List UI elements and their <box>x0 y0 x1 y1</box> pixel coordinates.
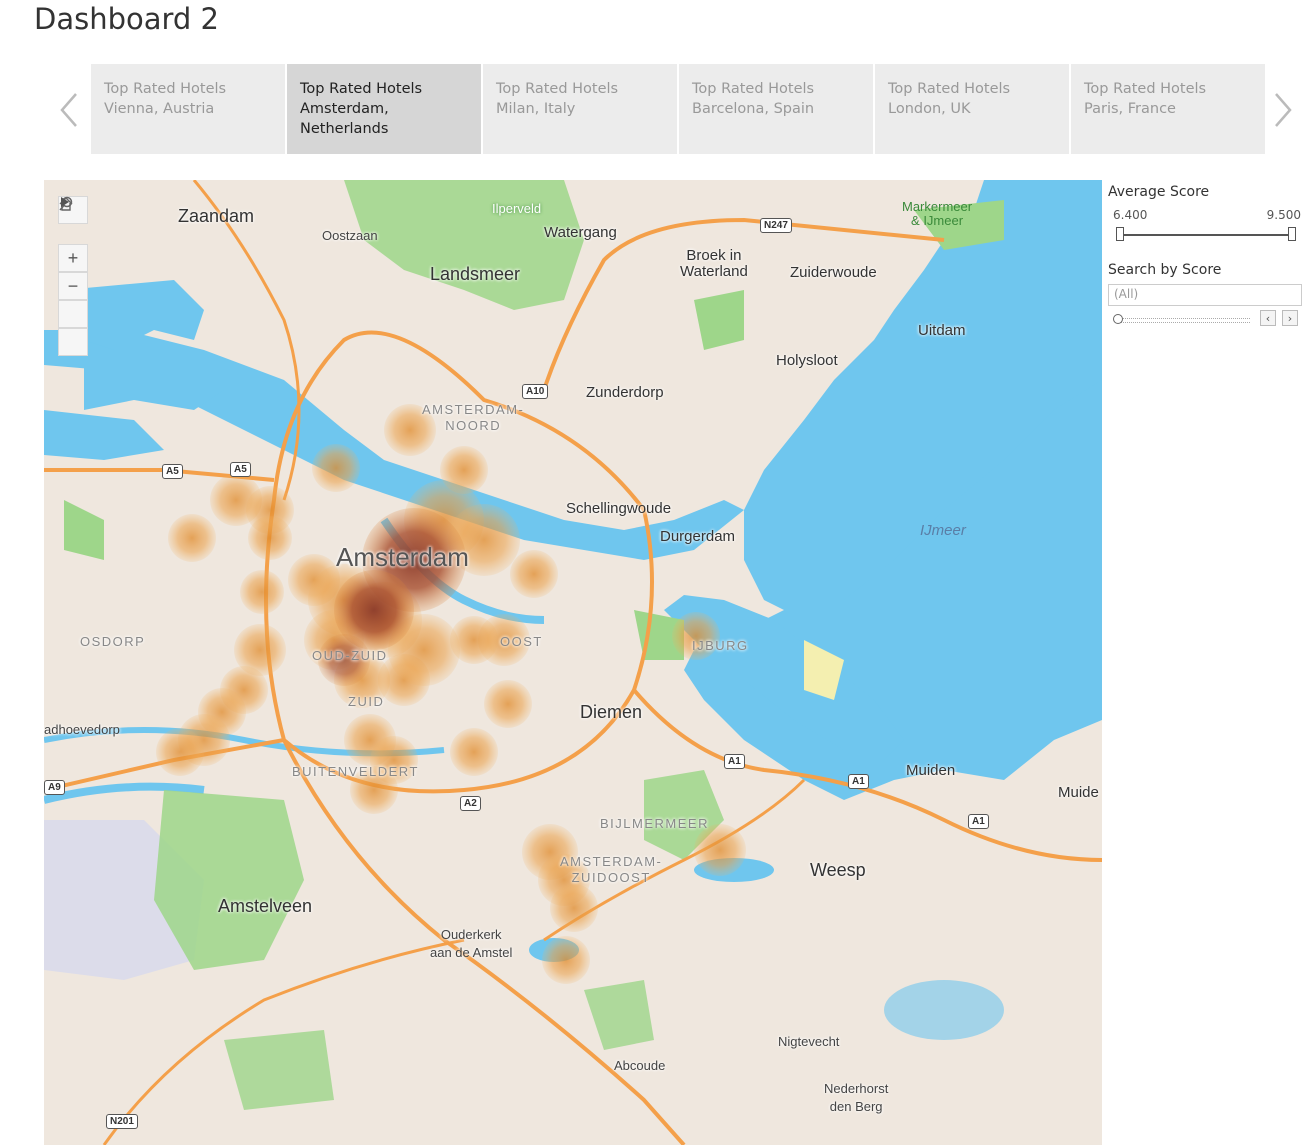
place-buitenveldert: BUITENVELDERT <box>292 764 419 779</box>
stepper-knob[interactable] <box>1113 314 1123 324</box>
search-by-score-title: Search by Score <box>1108 262 1222 278</box>
dashboard-title: Dashboard 2 <box>34 2 220 36</box>
tab-label: Top Rated Hotels Barcelona, Spain <box>692 81 815 117</box>
place-muiden: Muiden <box>906 762 956 779</box>
average-score-min: 6.400 <box>1113 208 1148 222</box>
place-ouderkerk: Ouderkerk aan de Amstel <box>430 927 513 960</box>
place-zaandam: Zaandam <box>178 206 255 226</box>
place-muiden-east: Muide <box>1058 784 1099 801</box>
average-score-slider[interactable] <box>1108 226 1304 244</box>
place-amsterdam: Amsterdam <box>336 542 469 572</box>
place-badhoevedorp: adhoevedorp <box>44 722 120 737</box>
place-broek-in-waterland: Broek in Waterland <box>680 247 748 280</box>
road-shield: A2 <box>460 796 481 811</box>
tab-label: Top Rated Hotels Vienna, Austria <box>104 81 227 117</box>
hotel-heat-map[interactable]: Zaandam Oostzaan Landsmeer Ilperveld Wat… <box>44 180 1102 1145</box>
place-oost: OOST <box>500 634 543 649</box>
place-schellingwoude: Schellingwoude <box>566 500 672 517</box>
tab-vienna[interactable]: Top Rated Hotels Vienna, Austria <box>91 64 285 154</box>
place-ilperveld: Ilperveld <box>492 201 542 216</box>
road-shield: N201 <box>106 1114 138 1129</box>
chevron-left-icon: ‹ <box>1265 311 1271 325</box>
average-score-max: 9.500 <box>1266 208 1301 222</box>
place-ijburg: IJBURG <box>692 638 749 653</box>
play-icon <box>61 197 69 207</box>
road-shield: A1 <box>968 814 989 829</box>
tabs-next-button[interactable] <box>1272 90 1294 130</box>
place-zunderdorp: Zunderdorp <box>586 384 664 401</box>
place-amsterdam-noord: AMSTERDAM- NOORD <box>422 402 525 433</box>
place-osdorp: OSDORP <box>80 634 146 649</box>
place-landsmeer: Landsmeer <box>430 264 521 284</box>
tab-london[interactable]: Top Rated Hotels London, UK <box>875 64 1069 154</box>
pan-mode-button[interactable] <box>58 197 88 356</box>
place-bijlmermeer: BIJLMERMEER <box>600 816 709 831</box>
road-shield: N247 <box>760 218 792 233</box>
place-abcoude: Abcoude <box>614 1058 666 1073</box>
tab-milan[interactable]: Top Rated Hotels Milan, Italy <box>483 64 677 154</box>
road-shield: A5 <box>230 462 251 477</box>
slider-max-handle[interactable] <box>1288 227 1296 241</box>
minus-icon: − <box>67 275 79 296</box>
road-shield: A9 <box>44 780 65 795</box>
place-oostzaan: Oostzaan <box>322 228 378 243</box>
tab-paris[interactable]: Top Rated Hotels Paris, France <box>1071 64 1265 154</box>
search-by-score-input[interactable]: (All) <box>1108 284 1302 306</box>
zoom-home-button[interactable] <box>58 197 88 328</box>
stepper-prev-button[interactable]: ‹ <box>1260 310 1276 326</box>
place-holysloot: Holysloot <box>776 352 838 369</box>
place-durgerdam: Durgerdam <box>660 528 736 545</box>
map-toolbar: + − <box>58 196 88 356</box>
zoom-in-button[interactable]: + <box>58 244 88 272</box>
average-score-range: 6.400 9.500 <box>1108 208 1304 222</box>
place-diemen: Diemen <box>580 702 643 722</box>
chevron-left-icon <box>60 93 77 127</box>
average-score-title: Average Score <box>1108 184 1210 200</box>
road-shield: A1 <box>724 754 745 769</box>
filters-panel: Average Score 6.400 9.500 Search by Scor… <box>1108 184 1304 328</box>
chevron-right-icon: › <box>1287 311 1293 325</box>
place-amsterdam-zuidoost: AMSTERDAM- ZUIDOOST <box>560 854 663 885</box>
place-uitdam: Uitdam <box>918 322 966 339</box>
place-nederhorst: Nederhorst den Berg <box>824 1081 889 1114</box>
zoom-out-button[interactable]: − <box>58 272 88 300</box>
tab-amsterdam[interactable]: Top Rated Hotels Amsterdam, Netherlands <box>287 64 481 154</box>
place-oud-zuid: OUD-ZUID <box>312 648 388 663</box>
road-shield: A1 <box>848 774 869 789</box>
tabs-prev-button[interactable] <box>58 90 80 130</box>
place-markermeer: Markermeer & IJmeer <box>902 199 973 228</box>
place-watergang: Watergang <box>544 224 617 241</box>
chevron-right-icon <box>1275 93 1292 127</box>
place-nigtevecht: Nigtevecht <box>778 1034 840 1049</box>
tab-label: Top Rated Hotels Milan, Italy <box>496 81 619 117</box>
road-shield: A5 <box>162 464 183 479</box>
place-weesp: Weesp <box>810 860 866 880</box>
slider-track <box>1118 234 1294 236</box>
tab-label: Top Rated Hotels Amsterdam, Netherlands <box>300 81 423 137</box>
tab-barcelona[interactable]: Top Rated Hotels Barcelona, Spain <box>679 64 873 154</box>
place-zuid: ZUID <box>348 694 385 709</box>
stepper-next-button[interactable]: › <box>1282 310 1298 326</box>
tab-label: Top Rated Hotels London, UK <box>888 81 1011 117</box>
road-shield: A10 <box>522 384 549 399</box>
place-ijmeer: IJmeer <box>920 522 966 539</box>
tab-label: Top Rated Hotels Paris, France <box>1084 81 1207 117</box>
score-stepper: ‹ › <box>1108 310 1304 328</box>
place-amstelveen: Amstelveen <box>218 896 313 916</box>
place-zuiderwoude: Zuiderwoude <box>790 264 877 281</box>
story-tabs: Top Rated Hotels Vienna, Austria Top Rat… <box>91 64 1265 154</box>
plus-icon: + <box>67 247 79 268</box>
slider-min-handle[interactable] <box>1116 227 1124 241</box>
stepper-track[interactable] <box>1116 318 1250 323</box>
